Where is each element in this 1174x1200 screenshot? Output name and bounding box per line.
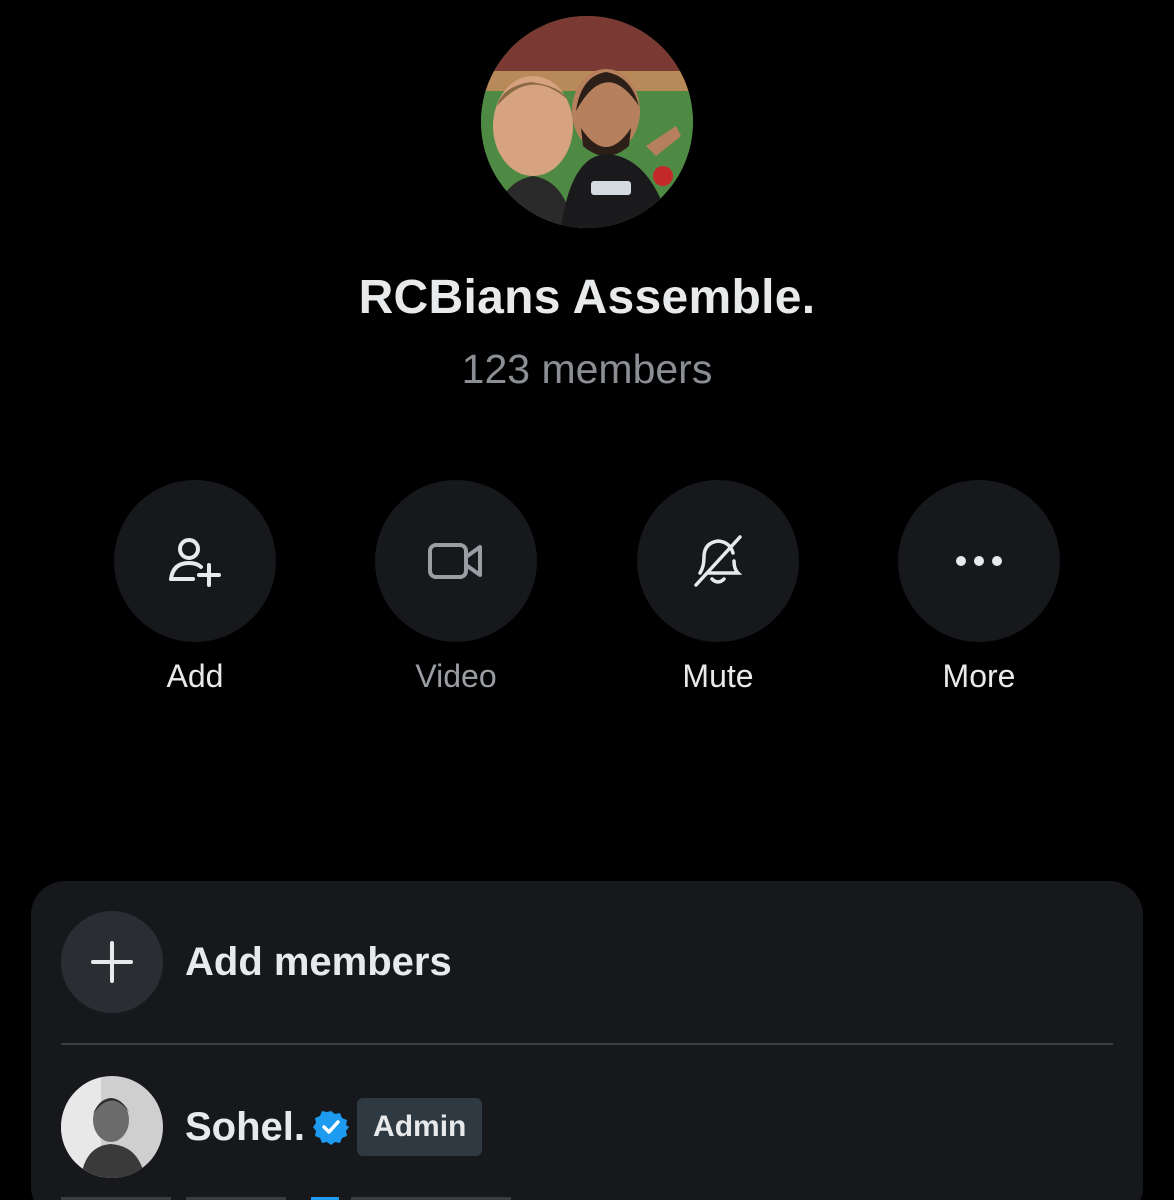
video-button[interactable] bbox=[375, 480, 537, 642]
add-button[interactable] bbox=[114, 480, 276, 642]
bell-off-icon bbox=[694, 535, 743, 587]
admin-badge: Admin bbox=[357, 1098, 483, 1156]
plus-icon bbox=[91, 941, 133, 983]
next-row-partial bbox=[61, 1197, 511, 1200]
group-avatar-image bbox=[481, 16, 693, 228]
mute-action[interactable]: Mute bbox=[636, 480, 800, 695]
add-action[interactable]: Add bbox=[113, 480, 277, 695]
add-label: Add bbox=[166, 658, 224, 694]
divider bbox=[61, 1043, 1113, 1045]
add-members-button[interactable] bbox=[61, 911, 163, 1013]
video-action[interactable]: Video bbox=[374, 480, 538, 695]
member-name: Sohel. bbox=[185, 1104, 306, 1149]
video-camera-icon bbox=[428, 543, 482, 579]
more-action[interactable]: More bbox=[897, 480, 1061, 695]
member-row[interactable]: Sohel. Admin bbox=[61, 1076, 483, 1178]
group-avatar[interactable] bbox=[481, 16, 693, 228]
video-label: Video bbox=[415, 658, 497, 694]
members-card: Add members Sohel. Admin bbox=[31, 881, 1143, 1200]
verified-badge-icon bbox=[313, 1111, 350, 1145]
avatar[interactable] bbox=[61, 1076, 163, 1178]
more-label: More bbox=[942, 658, 1016, 694]
mute-button[interactable] bbox=[637, 480, 799, 642]
add-user-icon bbox=[169, 538, 221, 587]
member-avatar-image bbox=[61, 1076, 163, 1178]
group-info-screen: RCBians Assemble. 123 members Add Video bbox=[0, 0, 1174, 1200]
more-dots-icon bbox=[956, 556, 1002, 566]
more-button[interactable] bbox=[898, 480, 1060, 642]
mute-label: Mute bbox=[682, 658, 754, 694]
add-members-row[interactable]: Add members bbox=[61, 911, 452, 1013]
group-name: RCBians Assemble. bbox=[358, 271, 816, 324]
add-members-label: Add members bbox=[185, 939, 452, 984]
member-count[interactable]: 123 members bbox=[0, 346, 1174, 393]
